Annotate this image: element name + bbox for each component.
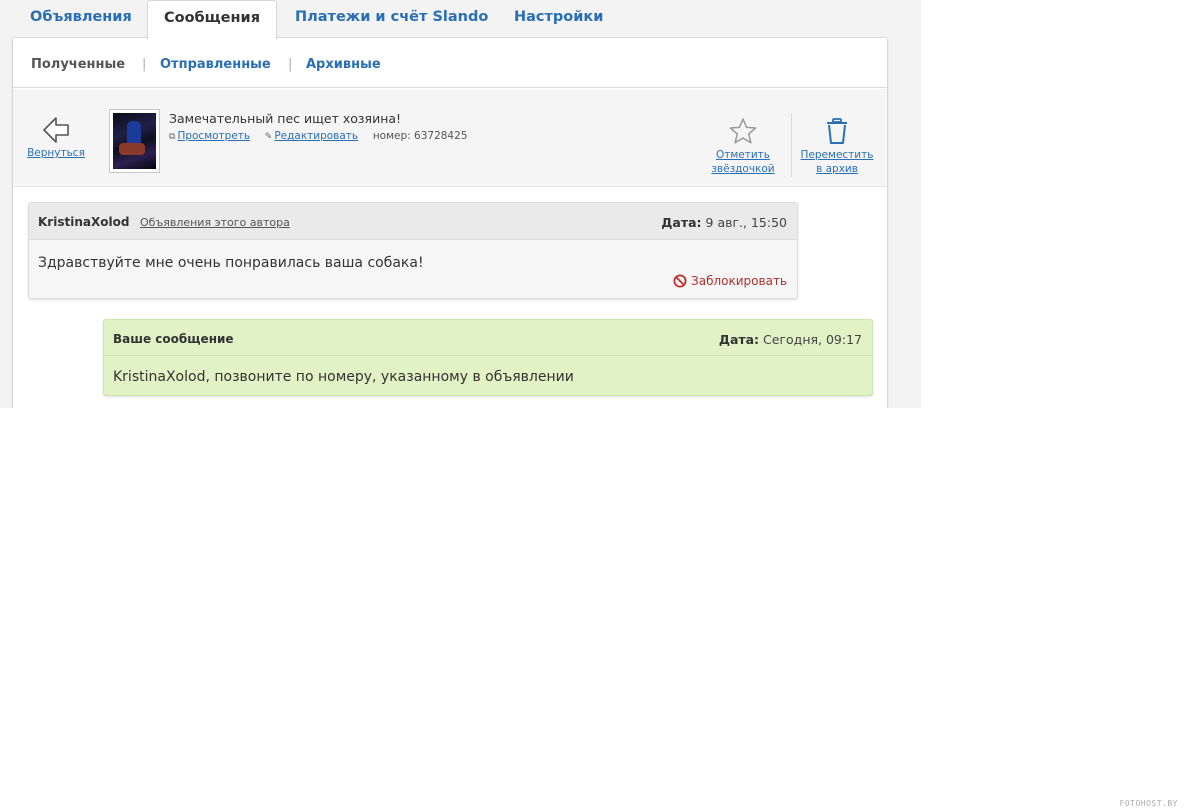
tab-payments[interactable]: Платежи и счёт Slando: [295, 0, 488, 38]
subtab-archived[interactable]: Архивные: [306, 57, 381, 72]
star-icon: [729, 118, 757, 144]
actions-divider: [791, 113, 792, 177]
external-link-icon: ⧉: [169, 132, 176, 142]
subnav: Полученные | Отправленные | Архивные: [13, 38, 887, 88]
date-label: Дата:: [718, 332, 760, 347]
subnav-separator: |: [288, 57, 293, 72]
date-label: Дата:: [661, 215, 702, 230]
trash-icon: [827, 118, 847, 144]
messages-panel: Полученные | Отправленные | Архивные Вер…: [12, 37, 888, 408]
author-ads-link[interactable]: Объявления этого автора: [140, 216, 290, 229]
message-author: Ваше сообщение: [113, 332, 234, 346]
message-author: KristinaXolod: [38, 215, 130, 229]
archive-label-line1: Переместить: [800, 149, 874, 161]
star-label-line2: звёздочкой: [711, 163, 775, 175]
subtab-received[interactable]: Полученные: [31, 57, 125, 72]
pencil-icon: ✎: [264, 132, 273, 142]
ad-info-bar: Вернуться Замечательный пес ищет хозяина…: [13, 89, 887, 187]
outgoing-message: Ваше сообщение Дата: Сегодня, 09:17 Kris…: [103, 319, 873, 396]
ad-title: Замечательный пес ищет хозяина!: [169, 111, 402, 126]
subtab-sent[interactable]: Отправленные: [160, 57, 271, 72]
block-icon: [673, 274, 687, 288]
back-arrow-icon: [43, 117, 69, 143]
edit-ad-link[interactable]: Редактировать: [274, 130, 358, 142]
top-tabs: Объявления Сообщения Платежи и счёт Slan…: [0, 0, 921, 39]
message-text: Здравствуйте мне очень понравилась ваша …: [38, 255, 424, 271]
incoming-message: KristinaXolod Объявления этого автора Да…: [28, 202, 798, 299]
date-value: Сегодня, 09:17: [763, 332, 862, 347]
star-button[interactable]: Отметить звёздочкой: [703, 117, 783, 176]
incoming-message-header: KristinaXolod Объявления этого автора Да…: [29, 203, 797, 240]
archive-button[interactable]: Переместить в архив: [797, 117, 877, 176]
ad-links: ⧉ Просмотреть ✎ Редактировать номер: 63728…: [169, 130, 467, 142]
tab-messages[interactable]: Сообщения: [147, 0, 277, 39]
watermark: FOTOHOST.BY: [1119, 799, 1178, 808]
view-ad-link[interactable]: Просмотреть: [177, 130, 250, 142]
back-button[interactable]: Вернуться: [27, 115, 85, 159]
ad-photo: [113, 113, 156, 169]
outgoing-message-header: Ваше сообщение Дата: Сегодня, 09:17: [104, 320, 872, 356]
ad-number: номер: 63728425: [372, 130, 468, 142]
message-text: KristinaXolod, позвоните по номеру, указ…: [113, 369, 574, 385]
message-date: Дата: Сегодня, 09:17: [719, 332, 862, 347]
archive-label-line2: в архив: [816, 163, 858, 175]
tab-ads[interactable]: Объявления: [30, 0, 132, 38]
block-label: Заблокировать: [691, 274, 787, 288]
tab-settings[interactable]: Настройки: [514, 0, 603, 38]
date-value: 9 авг., 15:50: [705, 215, 787, 230]
block-user-button[interactable]: Заблокировать: [673, 274, 787, 288]
message-date: Дата: 9 авг., 15:50: [661, 215, 787, 230]
ad-thumbnail[interactable]: [109, 109, 160, 173]
subnav-separator: |: [142, 57, 147, 72]
star-label-line1: Отметить: [715, 149, 770, 161]
back-label: Вернуться: [27, 147, 85, 159]
page-canvas: Объявления Сообщения Платежи и счёт Slan…: [0, 0, 921, 408]
